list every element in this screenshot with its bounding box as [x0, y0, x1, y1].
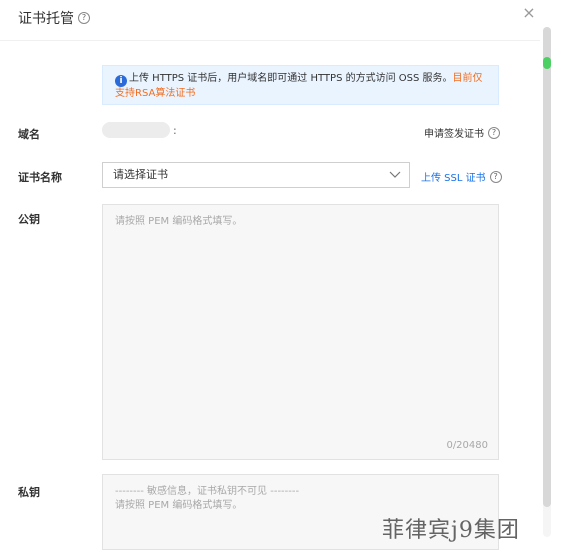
help-icon[interactable]: ?: [78, 12, 90, 24]
scrollbar-thumb[interactable]: [543, 57, 551, 69]
public-key-placeholder: 请按照 PEM 编码格式填写。: [115, 216, 243, 227]
domain-value-masked: [102, 122, 170, 138]
scrollbar-track[interactable]: [543, 27, 551, 507]
private-key-placeholder: 请按照 PEM 编码格式填写。: [115, 500, 243, 511]
notice-text: 上传 HTTPS 证书后，用户域名即可通过 HTTPS 的方式访问 OSS 服务…: [129, 73, 453, 84]
domain-suffix: :: [173, 124, 177, 137]
help-icon[interactable]: ?: [488, 126, 500, 139]
cert-name-label: 证书名称: [18, 171, 62, 184]
dialog-title-text: 证书托管: [18, 11, 74, 27]
chevron-down-icon: [389, 171, 401, 178]
cert-select-placeholder: 请选择证书: [113, 168, 168, 181]
domain-label: 域名: [18, 128, 40, 141]
dialog-title: 证书托管 ?: [18, 8, 90, 28]
header-divider: [0, 40, 540, 41]
cert-select[interactable]: 请选择证书: [102, 162, 410, 188]
info-icon: i: [115, 75, 127, 87]
apply-certificate-text[interactable]: 申请签发证书: [424, 125, 484, 140]
upload-ssl-link[interactable]: 上传 SSL 证书 ?: [421, 169, 502, 184]
public-key-label: 公钥: [18, 213, 40, 226]
apply-certificate-link[interactable]: 申请签发证书 ?: [424, 125, 500, 140]
public-key-textarea[interactable]: 请按照 PEM 编码格式填写。 0/20480: [102, 204, 499, 460]
private-key-hidden-note: -------- 敏感信息，证书私钥不可见 --------: [115, 486, 300, 497]
char-counter: 0/20480: [446, 440, 488, 451]
private-key-label: 私钥: [18, 486, 40, 499]
info-notice: i 上传 HTTPS 证书后，用户域名即可通过 HTTPS 的方式访问 OSS 服…: [102, 65, 499, 105]
upload-ssl-text[interactable]: 上传 SSL 证书: [421, 169, 486, 184]
close-icon[interactable]: ×: [522, 5, 536, 21]
scrollbar[interactable]: [543, 27, 551, 537]
certificate-dialog: 证书托管 ? × i 上传 HTTPS 证书后，用户域名即可通过 HTTPS 的方…: [0, 0, 562, 550]
watermark-text: 菲律宾j9集团: [382, 518, 520, 543]
help-icon[interactable]: ?: [489, 170, 502, 183]
